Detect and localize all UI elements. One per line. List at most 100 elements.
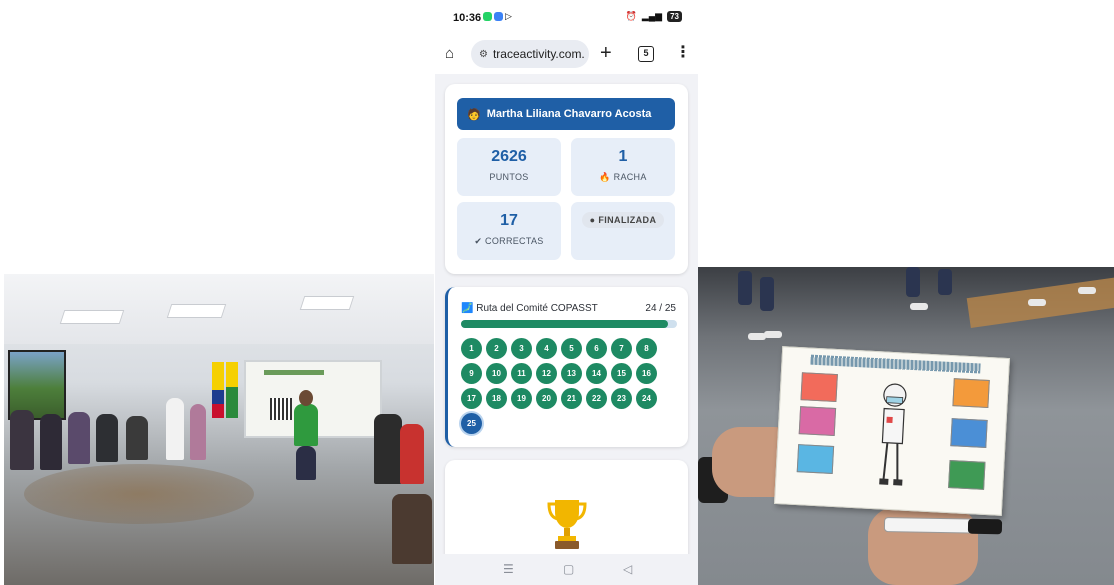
android-nav-bar: ☰ ▢ ◁ xyxy=(435,554,698,585)
route-progress-bar xyxy=(461,320,677,328)
battery-icon: 73 xyxy=(667,11,682,22)
route-step[interactable]: 5 xyxy=(561,338,582,359)
home-button[interactable]: ▢ xyxy=(563,562,574,576)
route-card: 🗾 Ruta del Comité COPASST 24 / 25 123456… xyxy=(445,287,688,447)
site-settings-icon[interactable]: ⚙ xyxy=(479,49,488,60)
trophy-card xyxy=(445,460,688,554)
recent-apps-button[interactable]: ☰ xyxy=(503,562,514,576)
flag xyxy=(226,362,238,418)
presenter xyxy=(294,404,318,446)
app-icon xyxy=(494,12,503,21)
worker-illustration xyxy=(879,383,907,486)
crowd-leg xyxy=(738,271,752,305)
whatsapp-icon xyxy=(483,12,492,21)
new-tab-icon[interactable]: + xyxy=(600,42,612,64)
points-value: 2626 xyxy=(491,148,527,165)
route-step[interactable]: 8 xyxy=(636,338,657,359)
audience-member xyxy=(166,398,184,460)
worksheet-box xyxy=(952,378,990,409)
ceiling-light xyxy=(166,304,227,318)
crowd-leg xyxy=(938,269,952,295)
user-name: Martha Liliana Chavarro Acosta xyxy=(486,108,652,120)
signal-icon: ▂▄▆ xyxy=(641,11,663,21)
route-step[interactable]: 13 xyxy=(561,363,582,384)
route-step[interactable]: 1 xyxy=(461,338,482,359)
audience-member xyxy=(392,494,432,564)
shoe xyxy=(910,303,928,310)
route-step-current[interactable]: 25 xyxy=(461,413,482,434)
route-step[interactable]: 17 xyxy=(461,388,482,409)
profile-card: 🧑 Martha Liliana Chavarro Acosta 2626 PU… xyxy=(445,84,688,274)
route-step[interactable]: 11 xyxy=(511,363,532,384)
streak-label: 🔥 RACHA xyxy=(599,172,647,182)
route-steps: 1 2 3 4 5 6 7 8 9 10 11 12 13 14 15 16 17 18 19 20 21 22 23 24 2… xyxy=(461,338,671,434)
route-step[interactable]: 21 xyxy=(561,388,582,409)
route-progress-text: 24 / 25 xyxy=(645,303,676,314)
phone-screenshot: 10:36 ▷ ⏰ ▂▄▆ 73 ⌂ ⚙ traceactivity.com. … xyxy=(435,0,698,585)
play-icon: ▷ xyxy=(505,11,512,21)
route-step[interactable]: 3 xyxy=(511,338,532,359)
home-icon[interactable]: ⌂ xyxy=(445,46,461,62)
url-text: traceactivity.com. xyxy=(492,47,585,61)
worksheet-box xyxy=(798,406,837,437)
flag xyxy=(212,362,224,418)
route-progress-fill xyxy=(461,320,669,328)
audience-member xyxy=(40,414,62,470)
route-step[interactable]: 14 xyxy=(586,363,607,384)
route-step[interactable]: 20 xyxy=(536,388,557,409)
route-step[interactable]: 16 xyxy=(636,363,657,384)
crowd-leg xyxy=(906,267,920,297)
shoe xyxy=(764,331,782,338)
points-stat: 2626 PUNTOS xyxy=(457,138,561,196)
correct-value: 17 xyxy=(500,212,518,229)
floor-reflection xyxy=(24,464,254,524)
route-step[interactable]: 4 xyxy=(536,338,557,359)
route-step[interactable]: 2 xyxy=(486,338,507,359)
worksheet-paper xyxy=(774,346,1010,516)
worksheet-box xyxy=(796,444,835,474)
route-title: 🗾 Ruta del Comité COPASST xyxy=(461,303,598,314)
shoe xyxy=(1078,287,1096,294)
audience-member xyxy=(400,424,424,484)
photo-presentation-room xyxy=(4,274,434,585)
audience-member xyxy=(68,412,90,464)
route-step[interactable]: 19 xyxy=(511,388,532,409)
correct-stat: 17 ✔ CORRECTAS xyxy=(457,202,561,260)
route-step[interactable]: 23 xyxy=(611,388,632,409)
worksheet-box xyxy=(800,372,838,403)
status-time: 10:36 xyxy=(453,12,482,24)
browser-toolbar: ⌂ ⚙ traceactivity.com. + 5 ⋮ xyxy=(435,36,698,74)
worksheet-box xyxy=(948,460,986,490)
audience-member xyxy=(374,414,402,484)
back-button[interactable]: ◁ xyxy=(623,562,632,576)
route-step[interactable]: 15 xyxy=(611,363,632,384)
streak-stat: 1 🔥 RACHA xyxy=(571,138,675,196)
status-stat: ● FINALIZADA xyxy=(571,202,675,260)
photo-worksheet xyxy=(698,267,1114,585)
status-icons: ⏰ ▂▄▆ 73 xyxy=(626,11,682,22)
qr-code xyxy=(270,398,292,420)
collage: 10:36 ▷ ⏰ ▂▄▆ 73 ⌂ ⚙ traceactivity.com. … xyxy=(0,0,1114,585)
more-menu-icon[interactable]: ⋮ xyxy=(675,43,691,63)
ceiling-light xyxy=(59,310,125,324)
tab-switcher-button[interactable]: 5 xyxy=(638,46,654,62)
presenter-legs xyxy=(296,446,316,480)
route-step[interactable]: 22 xyxy=(586,388,607,409)
route-step[interactable]: 18 xyxy=(486,388,507,409)
trophy-icon xyxy=(547,500,587,549)
route-step[interactable]: 7 xyxy=(611,338,632,359)
crowd-leg xyxy=(760,277,774,311)
route-step[interactable]: 12 xyxy=(536,363,557,384)
status-bar: 10:36 ▷ ⏰ ▂▄▆ 73 xyxy=(435,0,698,36)
route-step[interactable]: 9 xyxy=(461,363,482,384)
route-step[interactable]: 10 xyxy=(486,363,507,384)
alarm-icon: ⏰ xyxy=(625,11,637,21)
streak-value: 1 xyxy=(618,148,628,165)
route-step[interactable]: 6 xyxy=(586,338,607,359)
marker-cap xyxy=(967,518,1003,535)
correct-label: ✔ CORRECTAS xyxy=(474,236,544,246)
audience-member xyxy=(126,416,148,460)
route-step[interactable]: 24 xyxy=(636,388,657,409)
user-icon: 🧑 xyxy=(467,108,481,121)
address-bar[interactable]: ⚙ traceactivity.com. xyxy=(471,40,589,68)
